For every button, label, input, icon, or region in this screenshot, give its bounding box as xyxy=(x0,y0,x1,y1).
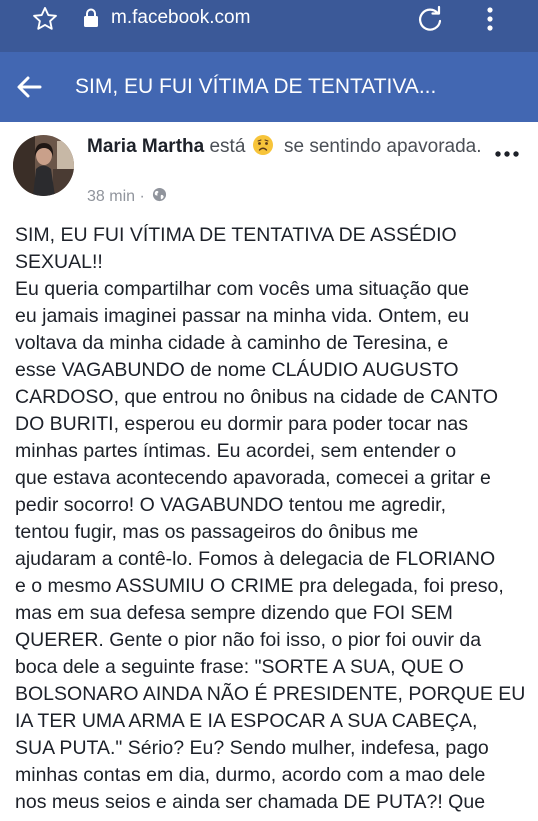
feeling-text: se sentindo apavorada. xyxy=(283,136,482,157)
post-text-line: minhas partes íntimas. Eu acordei, sem e… xyxy=(15,440,457,462)
post-text-line: boca dele a seguinte frase: "SORTE A SUA… xyxy=(15,656,464,678)
avatar-image xyxy=(13,135,74,196)
lock-icon xyxy=(84,8,98,27)
avatar[interactable] xyxy=(13,135,74,196)
post-text-line: voltava da minha cidade à caminho de Ter… xyxy=(15,332,449,354)
post-meta: 38 min · xyxy=(87,186,167,208)
post-text-line: Eu queria compartilhar com vocês uma sit… xyxy=(15,278,470,300)
post-text-line: que estava acontecendo apavorada, comece… xyxy=(15,467,491,489)
post-time[interactable]: 38 min · xyxy=(87,188,149,205)
post-text-line: ajudaram a contê-lo. Fomos à delegacia d… xyxy=(15,548,496,570)
star-icon[interactable] xyxy=(31,5,59,33)
post-text-line: SEXUAL!! xyxy=(15,251,103,273)
post-text-line: IA TER UMA ARMA E IA ESPOCAR A SUA CABEÇ… xyxy=(15,710,478,732)
post-text-line: minhas contas em dia, durmo, acordo com … xyxy=(15,764,486,786)
author-name[interactable]: Maria Martha xyxy=(87,136,204,157)
back-arrow-icon[interactable] xyxy=(16,75,42,99)
more-options-icon[interactable] xyxy=(494,150,520,158)
browser-address-bar: m.facebook.com xyxy=(0,0,538,52)
overflow-menu-icon[interactable] xyxy=(480,5,500,33)
post-text-line: pedir socorro! O VAGABUNDO tentou me agr… xyxy=(15,494,446,516)
post-text-line: mas em sua defesa sempre dizendo que FOI… xyxy=(15,602,453,624)
globe-icon xyxy=(153,187,167,202)
post-text-line: QUERER. Gente o pior não foi isso, o pio… xyxy=(15,629,482,651)
post-body: SIM, EU FUI VÍTIMA DE TENTATIVA DE ASSÉD… xyxy=(15,222,528,816)
reload-icon[interactable] xyxy=(416,5,444,33)
feeling-prefix: está xyxy=(209,136,246,157)
post-text-line: esse VAGABUNDO de nome CLÁUDIO AUGUSTO xyxy=(15,359,459,381)
post-text-line: DO BURITI, esperou eu dormir para poder … xyxy=(15,413,469,435)
url-text[interactable]: m.facebook.com xyxy=(111,6,250,30)
post-text-line: SIM, EU FUI VÍTIMA DE TENTATIVA DE ASSÉD… xyxy=(15,224,457,246)
post-text-line: eu jamais imaginei passar na minha vida.… xyxy=(15,305,470,327)
post-author-line: Maria Martha está se sentindo apavorada. xyxy=(87,134,487,159)
post-text-line: BOLSONARO AINDA NÃO É PRESIDENTE, PORQUE… xyxy=(15,683,526,705)
post-text-line: tentou fugir, mas os passageiros do ônib… xyxy=(15,521,419,543)
page-header: SIM, EU FUI VÍTIMA DE TENTATIVA... xyxy=(0,52,538,122)
post-header: Maria Martha está se sentindo apavorada.… xyxy=(0,122,538,214)
post-text-line: nos meus seios e ainda ser chamada DE PU… xyxy=(15,791,486,813)
post-text-line: e o mesmo ASSUMIU O CRIME pra delegada, … xyxy=(15,575,504,597)
page-title: SIM, EU FUI VÍTIMA DE TENTATIVA... xyxy=(75,75,437,98)
post-text-line: SUA PUTA." Sério? Eu? Sendo mulher, inde… xyxy=(15,737,489,759)
post-text-line: CARDOSO, que entrou no ônibus na cidade … xyxy=(15,386,499,408)
worried-face-emoji-icon xyxy=(252,135,273,155)
